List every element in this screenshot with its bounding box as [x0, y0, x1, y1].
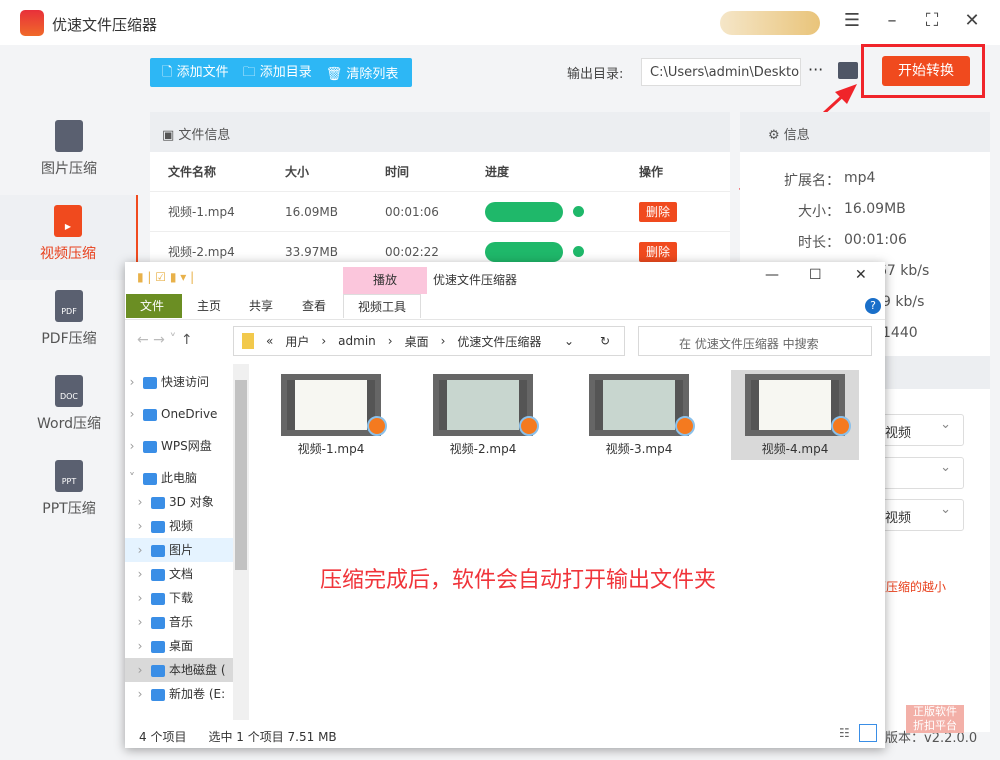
close-button[interactable]: ✕: [855, 267, 867, 283]
ppt-file-icon: PPT: [55, 460, 83, 492]
image-file-icon: [55, 120, 83, 152]
nav-item[interactable]: › WPS网盘: [125, 434, 233, 458]
file-item[interactable]: 视频-3.mp4: [583, 370, 695, 460]
table-row: 视频-1.mp4 16.09MB 00:01:06 删除: [150, 192, 730, 232]
panel-header: ▣ 文件信息: [150, 112, 730, 152]
tab-view[interactable]: 查看: [288, 294, 340, 318]
details-view-icon[interactable]: ☷: [839, 726, 850, 740]
nav-item[interactable]: › 下载: [125, 586, 233, 610]
quick-access-toolbar[interactable]: ▮ | ☑ ▮ ▾ |: [137, 270, 194, 284]
file-info-panel: ▣ 文件信息 文件名称 大小 时间 进度 操作 视频-1.mp4 16.09MB 00:01…: [150, 112, 730, 272]
tab-file[interactable]: 文件: [126, 294, 182, 318]
file-explorer-window: ▮ | ☑ ▮ ▾ | 播放 优速文件压缩器 — ☐ ✕ 文件 主页 共享 查看…: [125, 262, 885, 748]
sidebar-item-ppt[interactable]: PPT PPT压缩: [0, 450, 138, 535]
nav-item[interactable]: › OneDrive: [125, 402, 233, 426]
highlight-box: [861, 44, 985, 98]
nav-item[interactable]: › 快速访问: [125, 370, 233, 394]
tab-share[interactable]: 共享: [235, 294, 287, 318]
nav-item[interactable]: › 3D 对象: [125, 490, 233, 514]
sidebar-item-pdf[interactable]: PDF PDF压缩: [0, 280, 138, 365]
app-title: 优速文件压缩器: [52, 16, 158, 34]
nav-item[interactable]: › 图片: [125, 538, 233, 562]
sidebar-item-image[interactable]: 图片压缩: [0, 110, 138, 195]
nav-item[interactable]: › 新加卷 (E:: [125, 682, 233, 706]
pdf-file-icon: PDF: [55, 290, 83, 322]
maximize-button[interactable]: ☐: [809, 267, 822, 283]
doc-file-icon: DOC: [55, 375, 83, 407]
info-header: ⚙ 信息: [740, 112, 990, 152]
progress-bar: [485, 201, 563, 222]
menu-icon[interactable]: ☰: [840, 10, 864, 31]
nav-item[interactable]: › 本地磁盘 (: [125, 658, 233, 682]
close-icon[interactable]: ✕: [960, 10, 984, 31]
status-bar: 4 个项目 选中 1 个项目 7.51 MB: [139, 730, 337, 744]
nav-item[interactable]: › 桌面: [125, 634, 233, 658]
nav-item[interactable]: ˅ 此电脑: [125, 466, 233, 490]
sidebar-item-video[interactable]: ▶ 视频压缩: [0, 195, 138, 280]
add-directory-button[interactable]: 🗀 添加目录: [243, 61, 312, 85]
app-logo: [20, 10, 44, 36]
video-play-icon: [831, 416, 851, 436]
nav-scrollbar[interactable]: [233, 364, 249, 720]
file-item[interactable]: 视频-2.mp4: [427, 370, 539, 460]
table-header: 文件名称 大小 时间 进度 操作: [150, 152, 730, 192]
video-play-icon: [519, 416, 539, 436]
chevron-down-icon[interactable]: ⌄: [564, 334, 574, 348]
video-play-icon: [675, 416, 695, 436]
tab-home[interactable]: 主页: [183, 294, 235, 318]
search-input[interactable]: 在 优速文件压缩器 中搜索: [638, 326, 872, 356]
add-file-button[interactable]: 🗋 添加文件: [162, 61, 229, 85]
delete-button[interactable]: 删除: [639, 242, 678, 262]
promo-banner[interactable]: [720, 11, 820, 35]
nav-item[interactable]: › 音乐: [125, 610, 233, 634]
folder-icon: [242, 333, 254, 349]
file-item[interactable]: 视频-1.mp4: [275, 370, 387, 460]
watermark-badge: 正版软件 折扣平台: [906, 705, 964, 733]
refresh-icon[interactable]: ↻: [600, 334, 610, 348]
nav-item[interactable]: › 文档: [125, 562, 233, 586]
folder-icon[interactable]: [838, 62, 858, 79]
check-icon: [573, 246, 584, 257]
tab-video-tools[interactable]: 视频工具: [343, 294, 422, 318]
clear-list-button[interactable]: 🗑 清除列表: [326, 63, 399, 82]
nav-item[interactable]: › 视频: [125, 514, 233, 538]
navigation-pane: › 快速访问 › OneDrive › WPS网盘 ˅ 此电脑 › 3D 对象 › 视频 ›…: [125, 364, 233, 720]
video-file-icon: ▶: [54, 205, 82, 237]
progress-bar: [485, 241, 563, 262]
help-icon[interactable]: ?: [865, 298, 881, 314]
delete-button[interactable]: 删除: [639, 202, 678, 222]
more-options-button[interactable]: ···: [808, 60, 823, 79]
check-icon: [573, 206, 584, 217]
annotation-note: 压缩完成后，软件会自动打开输出文件夹: [320, 568, 717, 593]
file-toolbar: 🗋 添加文件 🗀 添加目录 🗑 清除列表: [150, 58, 412, 87]
window-title: 优速文件压缩器: [433, 273, 518, 287]
address-bar[interactable]: « 用户 › admin › 桌面 › 优速文件压缩器 ⌄ ↻: [233, 326, 625, 356]
sidebar-item-word[interactable]: DOC Word压缩: [0, 365, 138, 450]
sidebar: 图片压缩 ▶ 视频压缩 PDF PDF压缩 DOC Word压缩 PPT PPT压缩: [0, 45, 138, 760]
output-dir-label: 输出目录:: [567, 67, 624, 82]
context-tab-play[interactable]: 播放: [343, 267, 427, 294]
video-play-icon: [367, 416, 387, 436]
thumbnail-view-icon[interactable]: [859, 724, 877, 742]
nav-buttons[interactable]: ← → ˅ ↑: [137, 332, 193, 348]
fullscreen-icon[interactable]: ⛶: [920, 10, 944, 31]
minimize-icon[interactable]: –: [880, 10, 904, 31]
file-item-selected[interactable]: 视频-4.mp4: [731, 370, 859, 460]
minimize-button[interactable]: —: [765, 267, 779, 283]
